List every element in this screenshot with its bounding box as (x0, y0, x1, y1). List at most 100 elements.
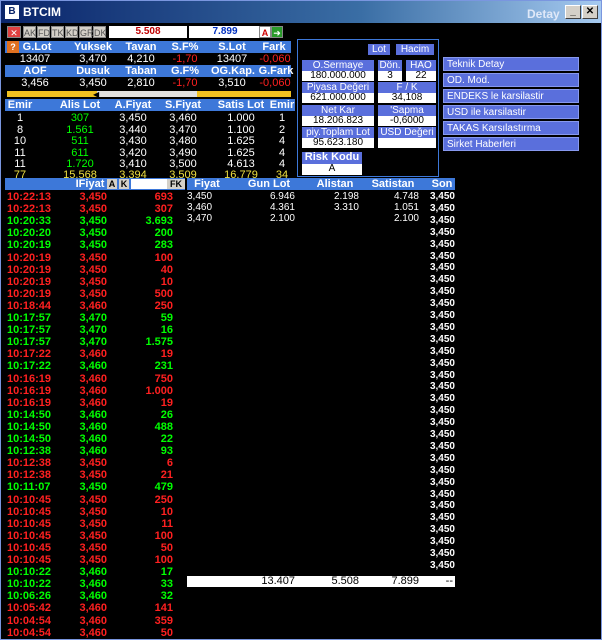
trade-price: 3,450 (79, 457, 107, 470)
trade-lot: 750 (154, 372, 173, 385)
fk-button[interactable]: FK (167, 179, 185, 189)
trade-price: 3,460 (79, 614, 107, 627)
trade-time: 10:20:19 (7, 251, 52, 264)
trade-row: 10:12:38 3,460 93 (1, 445, 181, 458)
toolbar-button-kd[interactable]: KD (65, 26, 79, 38)
trade-time: 10:16:19 (7, 372, 52, 385)
total-gun-lot: 13.407 (261, 575, 295, 587)
k-filter-button[interactable]: K (119, 179, 129, 189)
son-value: 3,450 (429, 214, 455, 226)
trade-time: 10:06:26 (7, 590, 52, 603)
trade-time: 10:17:22 (7, 348, 52, 361)
trade-time: 10:11:07 (7, 481, 51, 494)
trade-time: 10:10:45 (7, 541, 52, 554)
toolbar-button-dk[interactable]: DK (93, 26, 107, 38)
lot-button[interactable]: Lot (368, 44, 390, 55)
trade-row: 10:17:22 3,460 19 (1, 348, 181, 361)
app-icon: B (5, 5, 19, 19)
depth-cell: 1.625 (227, 146, 255, 159)
menu-item[interactable]: USD ile karsilastir (443, 105, 579, 119)
trade-lot: 100 (154, 554, 173, 566)
hdr-ifiyat: IFiyat (75, 178, 105, 190)
trade-price: 3,460 (79, 408, 107, 421)
info-panel: Lot Hacim O.Sermaye 180.000.000 Dön. 3 H… (297, 39, 439, 177)
close-button[interactable]: ✕ (582, 5, 598, 19)
son-value: 3,450 (429, 226, 455, 238)
trade-price: 3,460 (79, 384, 107, 397)
trade-lot: 250 (154, 299, 173, 312)
trade-row: 10:17:57 3,470 16 (1, 324, 181, 337)
menu-item[interactable]: Teknik Detay (443, 57, 579, 71)
trade-row: 10:20:19 3,450 283 (1, 239, 181, 252)
son-value: 3,450 (429, 357, 455, 369)
trade-lot: 1.000 (145, 384, 173, 397)
trades-header: IFiyat A K FK (5, 178, 185, 190)
trade-lot: 10 (160, 505, 173, 518)
trade-row: 10:22:13 3,450 693 (1, 191, 181, 204)
hacim-button[interactable]: Hacim (396, 44, 434, 55)
trade-price: 3,450 (79, 203, 107, 216)
val-ogkap: 3,510 (218, 77, 246, 89)
title-bar[interactable]: B BTCIM Detay _ ✕ (1, 1, 601, 23)
close-icon[interactable]: ✕ (7, 26, 21, 38)
trade-time: 10:22:13 (7, 191, 52, 203)
trade-lot: 100 (154, 529, 173, 542)
hdr-alistan: Alistan (316, 178, 354, 190)
son-value: 3,450 (429, 202, 455, 214)
depth-cell: 3,440 (119, 123, 147, 136)
total-satistan: 7.899 (391, 575, 419, 587)
son-value: 3,450 (429, 286, 455, 298)
depth-cell: 10 (13, 135, 27, 147)
menu-item[interactable]: OD. Mod. (443, 73, 579, 87)
trade-price: 3,470 (79, 312, 107, 324)
trade-price: 3,460 (79, 578, 107, 591)
trade-time: 10:22:13 (7, 203, 52, 216)
trade-time: 10:12:38 (7, 457, 52, 470)
trade-price: 3,450 (79, 263, 107, 276)
trade-time: 10:20:33 (7, 215, 52, 228)
trade-row: 10:20:19 3,450 500 (1, 288, 181, 301)
trade-lot: 231 (154, 360, 173, 373)
trade-time: 10:20:20 (7, 227, 52, 240)
trade-lot: 500 (154, 287, 173, 300)
minimize-button[interactable]: _ (565, 5, 581, 19)
arrow-left-icon[interactable]: ◀ (93, 90, 99, 99)
trade-price: 3,450 (79, 517, 107, 530)
trade-time: 10:20:19 (7, 239, 52, 252)
trade-row: 10:20:19 3,450 10 (1, 276, 181, 289)
trade-price: 3,470 (79, 336, 107, 349)
trade-row: 10:17:57 3,470 1.575 (1, 336, 181, 349)
trade-price: 3,450 (79, 239, 107, 252)
trade-time: 10:16:19 (7, 396, 52, 409)
trade-lot: 3.693 (145, 215, 173, 228)
menu-item[interactable]: TAKAS Karsılastırma (443, 121, 579, 135)
depth-cell: 1.000 (227, 112, 255, 124)
toolbar-button-fd[interactable]: FD (37, 26, 50, 38)
son-value: 3,450 (429, 559, 455, 571)
hdr-ogkap: OG.Kap. (210, 65, 255, 77)
son-value: 3,450 (429, 369, 455, 381)
arrow-right-icon[interactable]: ➜ (271, 26, 283, 38)
total-son: -- (445, 575, 453, 587)
menu-item[interactable]: ENDEKS le karsilastir (443, 89, 579, 103)
son-value: 3,450 (429, 417, 455, 429)
hdr-emir-buy: Emir (7, 99, 33, 111)
trade-lot: 488 (154, 420, 173, 433)
a-filter-button[interactable]: A (107, 179, 117, 189)
toolbar-button-tk[interactable]: TK (51, 26, 64, 38)
menu-item[interactable]: Sirket Haberleri (443, 137, 579, 151)
hdr-fiyat: Fiyat (194, 178, 220, 190)
trade-row: 10:10:45 3,450 11 (1, 518, 181, 531)
usd-value (378, 138, 436, 148)
son-value: 3,450 (429, 238, 455, 250)
toolbar-button-ak[interactable]: AK (23, 26, 36, 38)
trade-row: 10:10:45 3,450 250 (1, 494, 181, 507)
a-button[interactable]: A (259, 26, 271, 38)
trade-row: 10:10:22 3,460 33 (1, 578, 181, 591)
filter-input[interactable] (131, 179, 167, 189)
son-value: 3,450 (429, 512, 455, 524)
help-icon[interactable]: ? (7, 41, 19, 53)
trade-lot: 200 (154, 227, 173, 240)
trade-time: 10:17:57 (7, 312, 52, 324)
toolbar-button-gr[interactable]: GR (79, 26, 94, 38)
